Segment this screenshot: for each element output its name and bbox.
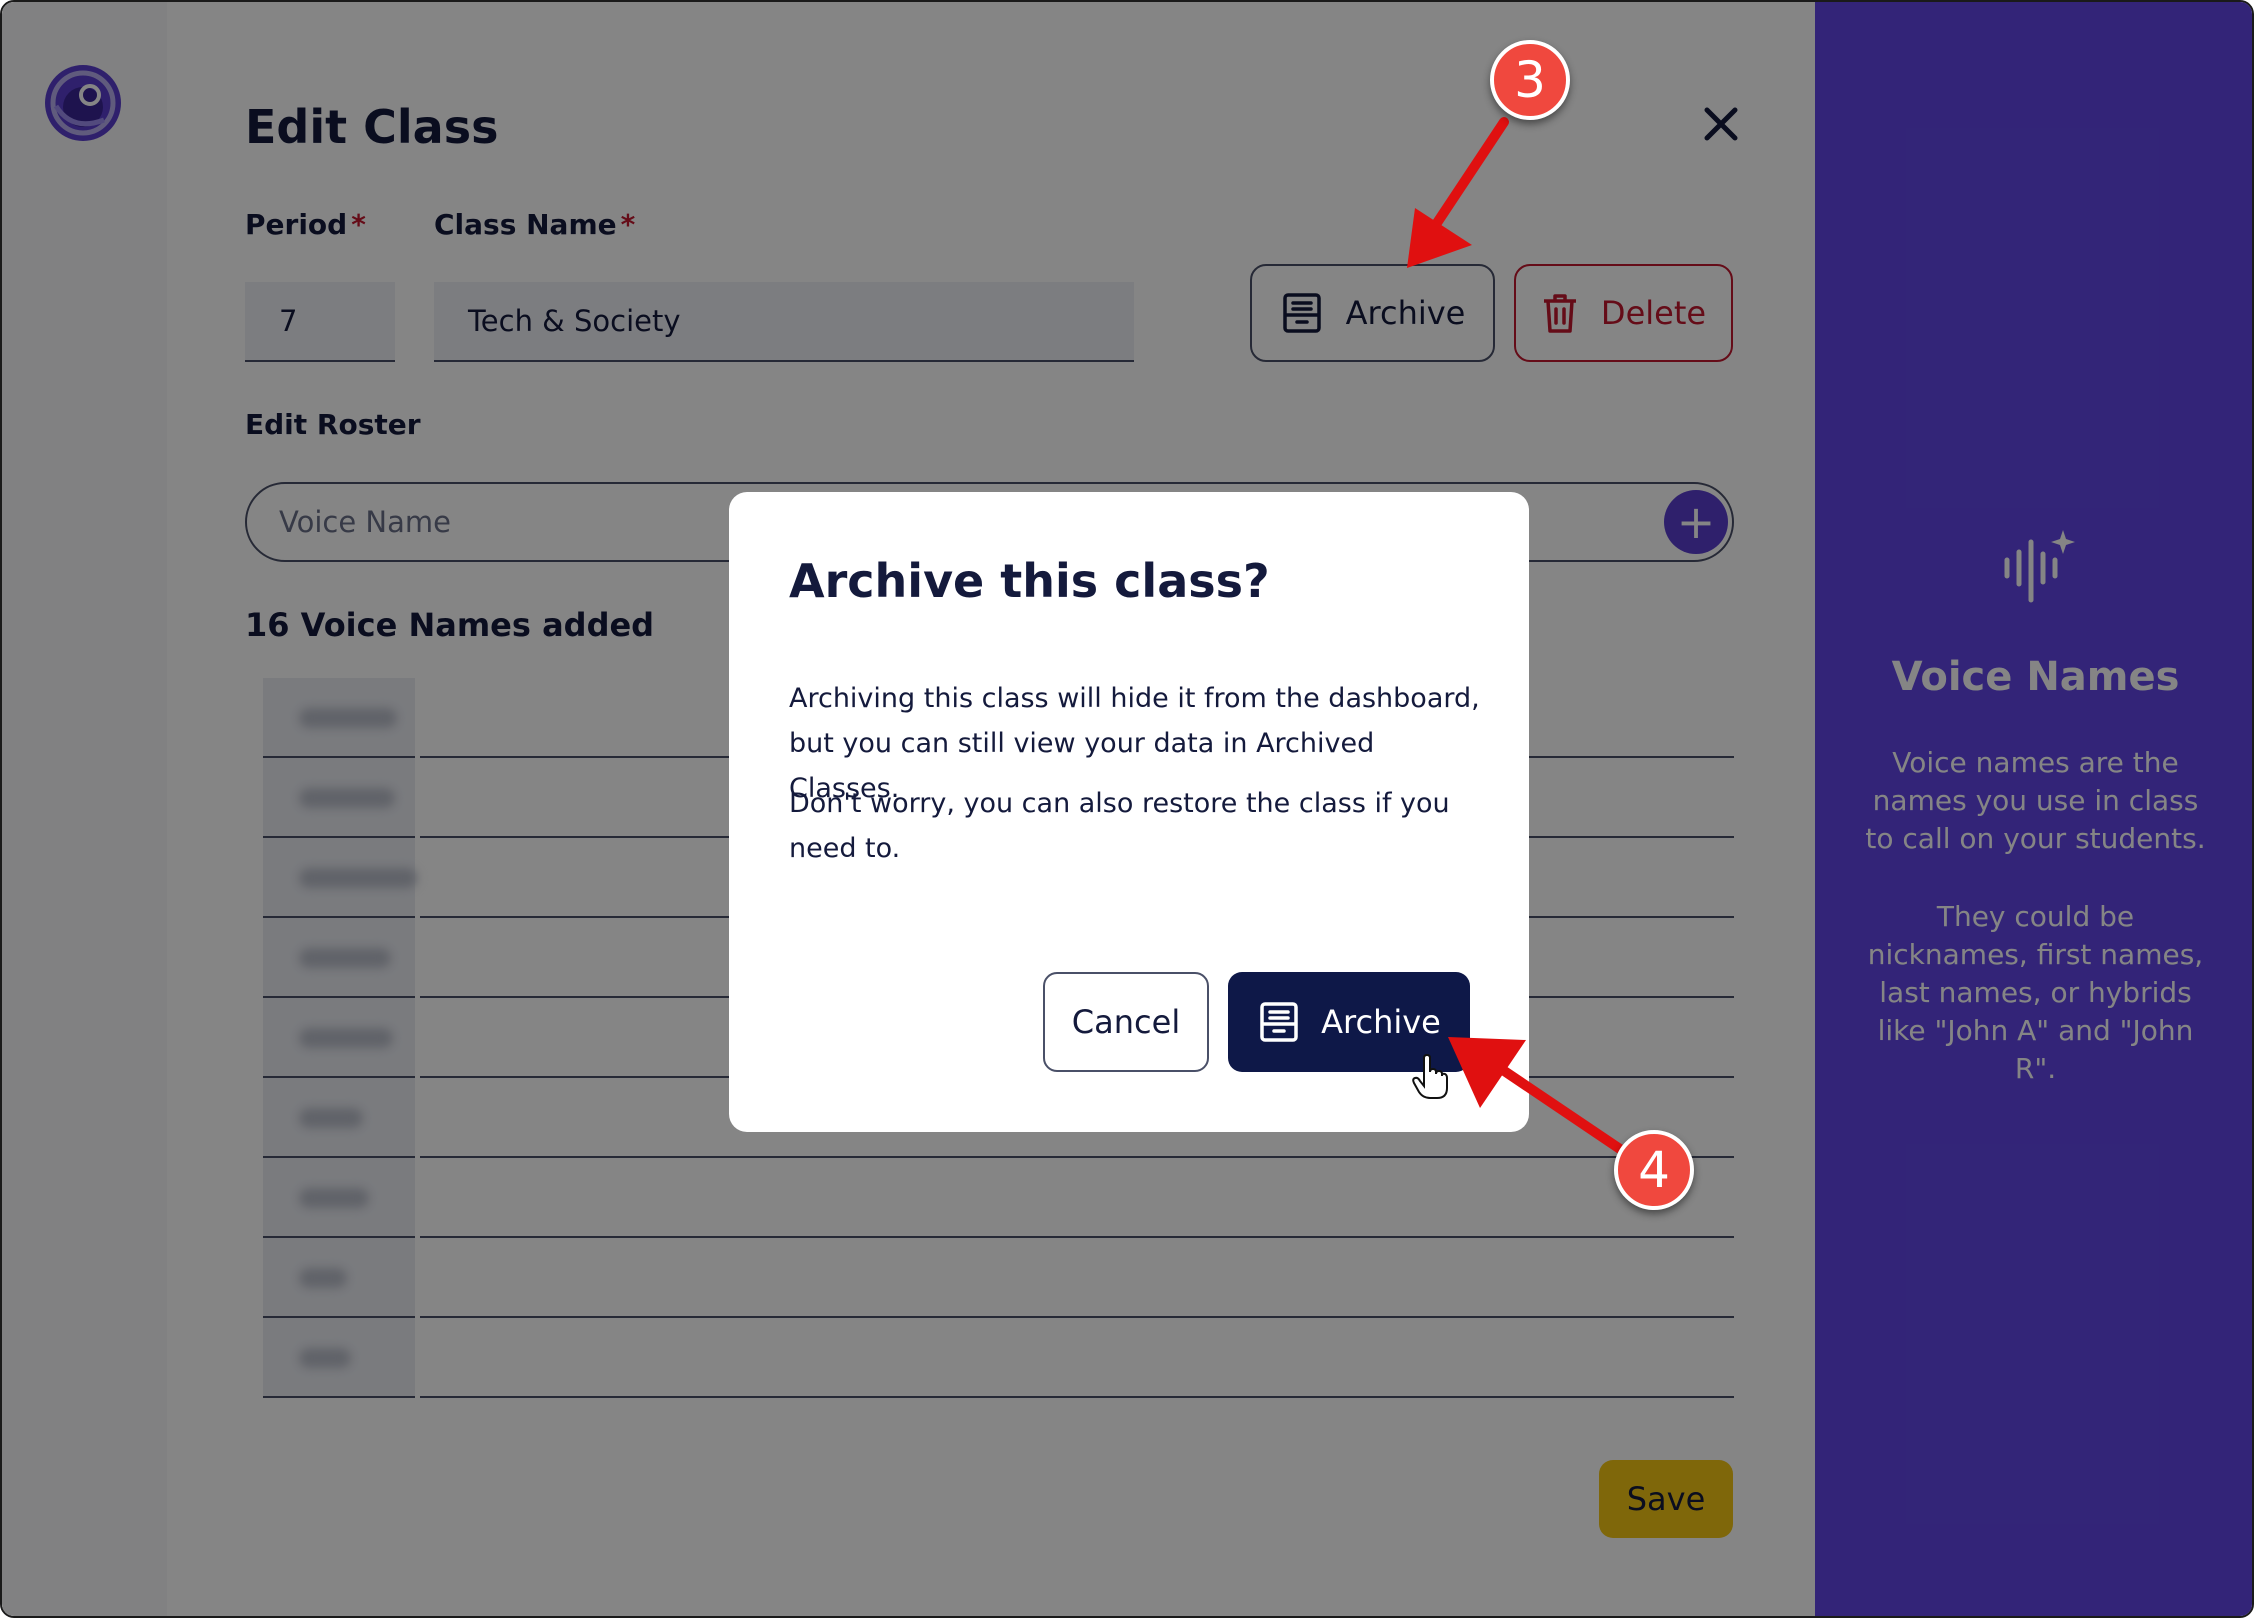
archive-confirm-dialog: Archive this class? Archiving this class… xyxy=(729,492,1529,1132)
step-4-badge: 4 xyxy=(1614,1130,1694,1210)
cancel-button[interactable]: Cancel xyxy=(1043,972,1209,1072)
dialog-message: Don't worry, you can also restore the cl… xyxy=(789,788,1450,864)
app-window: Edit Class Period * Class Name * 7 Tech & … xyxy=(0,0,2254,1618)
archive-box-icon xyxy=(1260,1002,1298,1042)
step-3-badge: 3 xyxy=(1490,40,1570,120)
hand-pointer-icon xyxy=(1412,1054,1448,1099)
confirm-archive-label: Archive xyxy=(1321,1003,1441,1041)
dialog-title: Archive this class? xyxy=(789,554,1270,608)
